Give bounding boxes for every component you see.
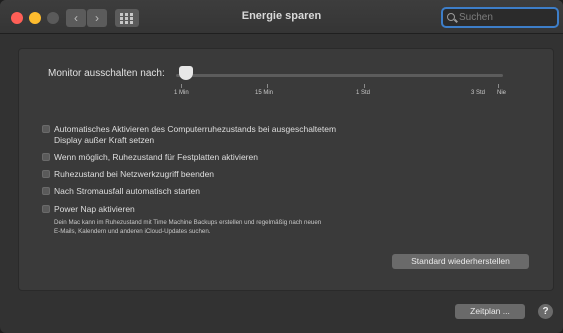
option-label: Automatisches Aktivieren des Computerruh… (54, 124, 337, 145)
checkbox[interactable] (42, 125, 50, 133)
schedule-button[interactable]: Zeitplan ... (455, 304, 525, 319)
monitor-off-slider[interactable] (176, 74, 503, 77)
tick-label: 15 Min (255, 90, 274, 96)
checkbox[interactable] (42, 170, 50, 178)
help-button[interactable]: ? (538, 304, 553, 319)
search-icon (447, 13, 455, 21)
title-bar: ‹ › Energie sparen Suchen (0, 0, 563, 34)
tick-label-never: Nie (497, 90, 507, 96)
power-nap-description: Dein Mac kann im Ruhezustand mit Time Ma… (54, 219, 322, 235)
tick-label: 3 Std (471, 90, 486, 96)
checkbox[interactable] (42, 153, 50, 161)
search-field[interactable]: Suchen (441, 7, 559, 28)
checkbox[interactable] (42, 205, 50, 213)
option-label: Power Nap aktivieren (54, 204, 135, 214)
option-label: Nach Stromausfall automatisch starten (54, 186, 200, 196)
option-label: Ruhezustand bei Netzwerkzugriff beenden (54, 169, 215, 179)
slider-thumb[interactable] (178, 66, 193, 80)
tick-label: 1 Std (356, 90, 371, 96)
option-label: Wenn möglich, Ruhezustand für Festplatte… (54, 152, 258, 162)
tick-label: 1 Min (174, 90, 189, 96)
monitor-off-label: Monitor ausschalten nach: (48, 68, 165, 79)
preferences-window: ‹ › Energie sparen Suchen Monitor aussch… (0, 0, 563, 333)
checkbox[interactable] (42, 187, 50, 195)
search-placeholder: Suchen (459, 12, 493, 23)
restore-defaults-button[interactable]: Standard wiederherstellen (392, 254, 529, 269)
